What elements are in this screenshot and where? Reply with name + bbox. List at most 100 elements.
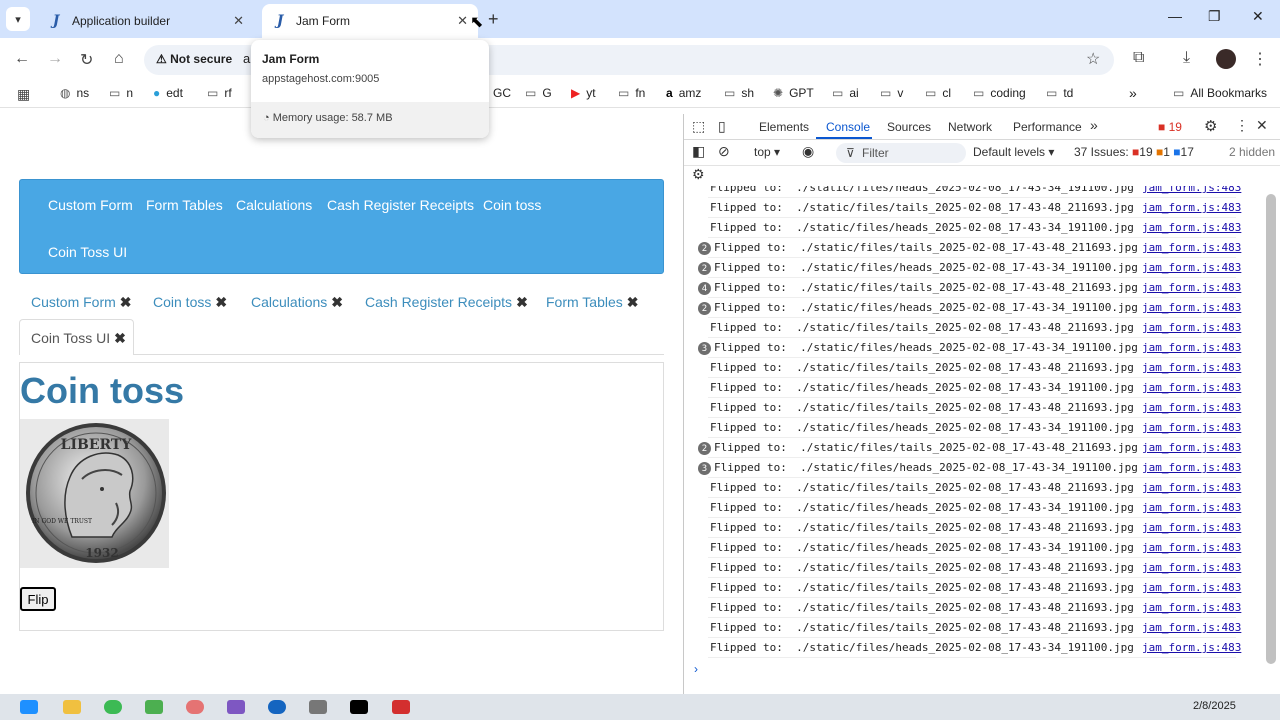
devtools-tab-performance[interactable]: Performance xyxy=(1013,120,1082,134)
close-icon[interactable]: ✖ xyxy=(120,294,132,310)
security-indicator[interactable]: ⚠ Not secure xyxy=(156,52,232,66)
tab-jam-form[interactable]: J Jam Form ✕ xyxy=(262,4,478,38)
log-source-link[interactable]: jam_form.js:483 xyxy=(1142,401,1241,414)
settings-gear-icon[interactable]: ⚙ xyxy=(1204,117,1217,135)
close-icon[interactable]: ✖ xyxy=(627,294,639,310)
log-source-link[interactable]: jam_form.js:483 xyxy=(1142,221,1241,234)
log-levels-dropdown[interactable]: Default levels ▾ xyxy=(973,145,1054,159)
app-icon[interactable] xyxy=(309,700,327,714)
bookmark-g[interactable]: ▭ G xyxy=(525,86,552,100)
bookmark-cl[interactable]: ▭ cl xyxy=(925,86,951,100)
flip-button[interactable]: Flip xyxy=(20,587,56,611)
close-icon[interactable]: ✕ xyxy=(233,13,244,29)
log-source-link[interactable]: jam_form.js:483 xyxy=(1142,421,1241,434)
log-source-link[interactable]: jam_form.js:483 xyxy=(1142,501,1241,514)
live-expression-eye-icon[interactable]: ◉ xyxy=(802,143,814,160)
all-bookmarks[interactable]: ▭ All Bookmarks xyxy=(1173,86,1267,100)
forward-icon[interactable]: → xyxy=(47,50,63,68)
nav-link-coin-toss[interactable]: Coin toss xyxy=(483,197,541,213)
close-icon[interactable]: ✖ xyxy=(516,294,528,310)
extensions-icon[interactable]: ⧉ xyxy=(1133,49,1144,67)
sidebar-toggle-icon[interactable]: ◧ xyxy=(692,143,705,160)
clear-console-icon[interactable]: ⊘ xyxy=(718,143,730,160)
page-tab-form-tables[interactable]: Form Tables ✖ xyxy=(546,294,639,311)
close-icon[interactable]: ✖ xyxy=(215,294,227,310)
nav-link-custom-form[interactable]: Custom Form xyxy=(48,197,133,213)
bookmark-v[interactable]: ▭ v xyxy=(880,86,903,100)
devtools-menu-icon[interactable]: ⋮ xyxy=(1235,117,1249,134)
console-prompt[interactable]: › xyxy=(694,662,698,676)
log-source-link[interactable]: jam_form.js:483 xyxy=(1142,601,1241,614)
reload-icon[interactable]: ↻ xyxy=(80,50,93,70)
bookmark-ai[interactable]: ▭ ai xyxy=(832,86,859,100)
bookmark-gc[interactable]: GC xyxy=(493,86,511,100)
restore-icon[interactable]: ❐ xyxy=(1208,8,1221,25)
new-tab-icon[interactable]: + xyxy=(488,9,499,30)
back-icon[interactable]: ← xyxy=(14,50,30,68)
bookmark-n[interactable]: ▭ n xyxy=(109,86,133,100)
devtools-tab-network[interactable]: Network xyxy=(948,120,992,134)
log-source-link[interactable]: jam_form.js:483 xyxy=(1142,341,1241,354)
context-selector[interactable]: top ▾ xyxy=(754,145,780,159)
close-icon[interactable]: ✖ xyxy=(114,330,126,346)
bookmark-sh[interactable]: ▭ sh xyxy=(724,86,754,100)
home-icon[interactable]: ⌂ xyxy=(114,50,124,68)
log-source-link[interactable]: jam_form.js:483 xyxy=(1142,621,1241,634)
log-source-link[interactable]: jam_form.js:483 xyxy=(1142,241,1241,254)
file-explorer-icon[interactable] xyxy=(63,700,81,714)
bookmark-coding[interactable]: ▭ coding xyxy=(973,86,1026,100)
bookmark-yt[interactable]: ▶ yt xyxy=(571,86,596,100)
tab-search-button[interactable]: ▾ xyxy=(6,7,30,31)
bookmark-edt[interactable]: ● edt xyxy=(153,86,183,100)
devtools-tab-console[interactable]: Console xyxy=(826,120,870,134)
console-settings-icon[interactable]: ⚙ xyxy=(692,166,705,183)
log-source-link[interactable]: jam_form.js:483 xyxy=(1142,561,1241,574)
bookmark-ns[interactable]: ◍ ns xyxy=(60,86,89,100)
url-text[interactable]: a xyxy=(243,51,250,66)
devtools-close-icon[interactable]: ✕ xyxy=(1256,117,1268,134)
console-filter-input[interactable]: ⊽ Filter xyxy=(836,143,966,163)
bookmark-rf[interactable]: ▭ rf xyxy=(207,86,232,100)
bookmark-amz[interactable]: a amz xyxy=(666,86,701,100)
close-icon[interactable]: ✖ xyxy=(331,294,343,310)
chrome-icon[interactable] xyxy=(104,700,122,714)
app-icon[interactable] xyxy=(227,700,245,714)
app-icon[interactable] xyxy=(268,700,286,714)
downloads-icon[interactable]: ⤓ xyxy=(1183,49,1190,67)
bookmark-gpt[interactable]: ✺ GPT xyxy=(773,86,814,100)
page-tab-calculations[interactable]: Calculations ✖ xyxy=(251,294,343,311)
log-source-link[interactable]: jam_form.js:483 xyxy=(1142,201,1241,214)
log-source-link[interactable]: jam_form.js:483 xyxy=(1142,321,1241,334)
devtools-tab-sources[interactable]: Sources xyxy=(887,120,931,134)
page-tab-cash-register-receipts[interactable]: Cash Register Receipts ✖ xyxy=(365,294,528,311)
avatar[interactable] xyxy=(1216,49,1236,69)
log-source-link[interactable]: jam_form.js:483 xyxy=(1142,481,1241,494)
window-close-icon[interactable]: ✕ xyxy=(1252,8,1264,25)
nav-link-calculations[interactable]: Calculations xyxy=(236,197,312,213)
log-source-link[interactable]: jam_form.js:483 xyxy=(1142,281,1241,294)
inspect-element-icon[interactable]: ⬚ xyxy=(692,118,705,135)
log-source-link[interactable]: jam_form.js:483 xyxy=(1142,361,1241,374)
page-tab-coin-toss-ui[interactable]: Coin Toss UI ✖ xyxy=(19,319,134,355)
bookmarks-overflow-icon[interactable]: » xyxy=(1129,85,1137,101)
log-source-link[interactable]: jam_form.js:483 xyxy=(1142,441,1241,454)
more-tabs-icon[interactable]: » xyxy=(1090,117,1098,133)
error-count-badge[interactable]: ■ 19 xyxy=(1158,120,1182,134)
menu-icon[interactable]: ⋮ xyxy=(1252,49,1268,69)
bookmark-fn[interactable]: ▭ fn xyxy=(618,86,645,100)
log-source-link[interactable]: jam_form.js:483 xyxy=(1142,521,1241,534)
log-source-link[interactable]: jam_form.js:483 xyxy=(1142,641,1241,654)
log-source-link[interactable]: jam_form.js:483 xyxy=(1142,461,1241,474)
nav-link-cash-register-receipts[interactable]: Cash Register Receipts xyxy=(327,197,474,213)
log-source-link[interactable]: jam_form.js:483 xyxy=(1142,186,1241,194)
log-source-link[interactable]: jam_form.js:483 xyxy=(1142,301,1241,314)
console-scrollbar[interactable] xyxy=(1266,194,1276,664)
devtools-tab-elements[interactable]: Elements xyxy=(759,120,809,134)
page-tab-custom-form[interactable]: Custom Form ✖ xyxy=(31,294,132,311)
terminal-icon[interactable] xyxy=(350,700,368,714)
start-icon[interactable] xyxy=(20,700,38,714)
log-source-link[interactable]: jam_form.js:483 xyxy=(1142,381,1241,394)
apps-icon[interactable]: ▦ xyxy=(17,86,30,103)
device-toolbar-icon[interactable]: ▯ xyxy=(718,118,726,135)
log-source-link[interactable]: jam_form.js:483 xyxy=(1142,261,1241,274)
